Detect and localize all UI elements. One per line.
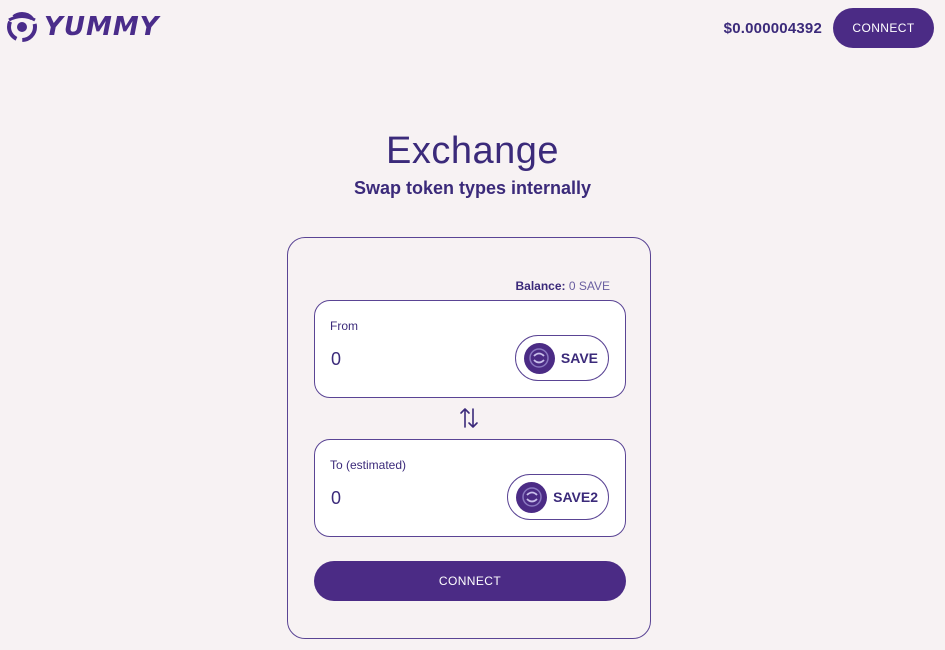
brand-name: YUMMY <box>44 12 160 42</box>
from-amount-input[interactable] <box>329 347 479 371</box>
save-token-icon <box>523 342 555 374</box>
swap-arrows-icon[interactable] <box>458 405 480 431</box>
from-label: From <box>330 319 358 333</box>
exchange-card: Balance: 0 SAVE From SAVE To (estimated) <box>287 237 651 639</box>
to-field: To (estimated) SAVE2 <box>314 439 626 537</box>
balance-display: Balance: 0 SAVE <box>515 279 610 293</box>
balance-value: 0 SAVE <box>568 279 610 293</box>
to-amount-input[interactable] <box>329 486 479 510</box>
top-bar: YUMMY $0.000004392 CONNECT <box>0 0 945 60</box>
to-label: To (estimated) <box>330 458 407 472</box>
from-token-selector[interactable]: SAVE <box>514 335 609 381</box>
from-field: From SAVE <box>314 300 626 398</box>
balance-label: Balance: <box>515 279 566 293</box>
connect-wallet-button[interactable]: CONNECT <box>833 8 934 48</box>
save2-token-icon <box>516 481 548 513</box>
connect-button[interactable]: CONNECT <box>314 561 626 601</box>
page-subtitle: Swap token types internally <box>353 178 592 198</box>
token-price: $0.000004392 <box>723 20 822 37</box>
from-token-symbol: SAVE <box>560 350 598 366</box>
to-token-selector[interactable]: SAVE2 <box>507 474 609 520</box>
to-token-symbol: SAVE2 <box>553 489 598 505</box>
brand-logo[interactable]: YUMMY <box>6 10 160 44</box>
page-title: Exchange <box>385 130 559 172</box>
yummy-swirl-icon <box>6 11 38 43</box>
